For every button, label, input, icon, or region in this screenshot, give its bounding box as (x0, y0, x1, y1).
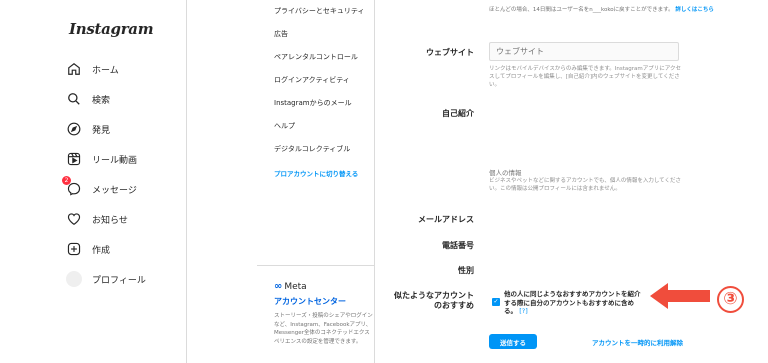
menu-item-ads[interactable]: 広告 (274, 29, 288, 39)
heart-icon (66, 211, 82, 227)
temporarily-disable-account-link[interactable]: アカウントを一時的に利用解除 (592, 337, 683, 347)
compass-icon (66, 121, 82, 137)
nav-item-create[interactable]: 作成 (66, 239, 110, 259)
nav-label: 作成 (92, 245, 111, 256)
learn-more-link[interactable]: 詳しくはこちら (675, 7, 714, 13)
nav-label: 検索 (92, 95, 111, 106)
switch-pro-account-link[interactable]: プロアカウントに切り替える (274, 168, 358, 178)
menu-item-digital-collectibles[interactable]: デジタルコレクティブル (274, 144, 350, 154)
username-note: ほとんどの場合、14日間はユーザー名をn___kokoに戻すことができます。 詳… (489, 6, 714, 14)
accounts-center-box[interactable]: ∞ Meta アカウントセンター ストーリーズ・投稿のシェアやログインなど、In… (257, 265, 375, 363)
nav-item-messages[interactable]: 2 メッセージ (62, 176, 137, 199)
annotation-arrow-icon (650, 283, 710, 309)
website-field[interactable] (489, 42, 679, 61)
messenger-icon: 2 (62, 176, 82, 197)
username-note-text: ほとんどの場合、14日間はユーザー名をn___kokoに戻すことができます。 (489, 7, 674, 13)
nav-label: ホーム (92, 65, 119, 76)
gender-label: 性別 (458, 266, 474, 275)
similar-accounts-text: 他の人に同じようなおすすめアカウントを紹介する際に自分のアカウントもおすすめに含… (504, 290, 644, 316)
nav-label: リール動画 (92, 155, 138, 166)
home-icon (66, 61, 82, 77)
nav-item-notifications[interactable]: お知らせ (66, 209, 128, 229)
email-label: メールアドレス (418, 215, 474, 224)
bio-label: 自己紹介 (442, 109, 474, 118)
menu-item-privacy[interactable]: プライバシーとセキュリティ (274, 6, 364, 16)
plus-square-icon (66, 241, 82, 257)
similar-accounts-label: 似たようなアカウントのおすすめ (394, 291, 474, 310)
avatar (66, 271, 82, 287)
message-badge: 2 (62, 176, 71, 185)
menu-item-help[interactable]: ヘルプ (274, 121, 295, 131)
settings-menu: プライバシーとセキュリティ 広告 ペアレンタルコントロール ログインアクティビテ… (257, 0, 375, 363)
personal-info-help: ビジネスやペットなどに関するアカウントでも、個人の情報を入力してください。この情… (489, 178, 682, 192)
menu-item-parental[interactable]: ペアレンタルコントロール (274, 52, 358, 62)
similar-accounts-help-link[interactable]: [?] (519, 307, 528, 315)
personal-info-title: 個人の情報 (489, 169, 522, 177)
left-nav: Instagram ホーム 検索 発見 リール動画 2 メッセージ お知らせ 作… (0, 0, 187, 363)
reels-icon (66, 151, 82, 167)
menu-item-emails[interactable]: Instagramからのメール (274, 98, 352, 108)
nav-item-profile[interactable]: プロフィール (66, 269, 146, 289)
nav-item-explore[interactable]: 発見 (66, 119, 110, 139)
phone-label: 電話番号 (442, 241, 474, 250)
nav-item-home[interactable]: ホーム (66, 59, 119, 79)
menu-item-login-activity[interactable]: ログインアクティビティ (274, 75, 350, 85)
meta-infinity-icon: ∞ (274, 281, 283, 292)
website-help-text: リンクはモバイルデバイスからのみ編集できます。Instagramアプリにアクセス… (489, 66, 681, 88)
accounts-center-title[interactable]: アカウントセンター (274, 296, 346, 307)
nav-label: お知らせ (92, 215, 128, 226)
nav-label: プロフィール (92, 275, 146, 286)
submit-button[interactable]: 送信する (489, 334, 537, 349)
similar-accounts-checkbox[interactable]: ✓ (492, 298, 500, 306)
search-icon (66, 91, 82, 107)
nav-item-reels[interactable]: リール動画 (66, 149, 137, 169)
nav-item-search[interactable]: 検索 (66, 89, 110, 109)
instagram-logo[interactable]: Instagram (69, 20, 154, 38)
nav-label: メッセージ (92, 185, 137, 196)
meta-logo: ∞ Meta (274, 281, 307, 292)
annotation-step-number: ③ (717, 286, 744, 313)
nav-label: 発見 (92, 125, 111, 136)
meta-logo-text: Meta (284, 281, 307, 292)
accounts-center-description: ストーリーズ・投稿のシェアやログインなど、Instagram、Facebookア… (274, 313, 373, 345)
website-label: ウェブサイト (426, 48, 474, 57)
